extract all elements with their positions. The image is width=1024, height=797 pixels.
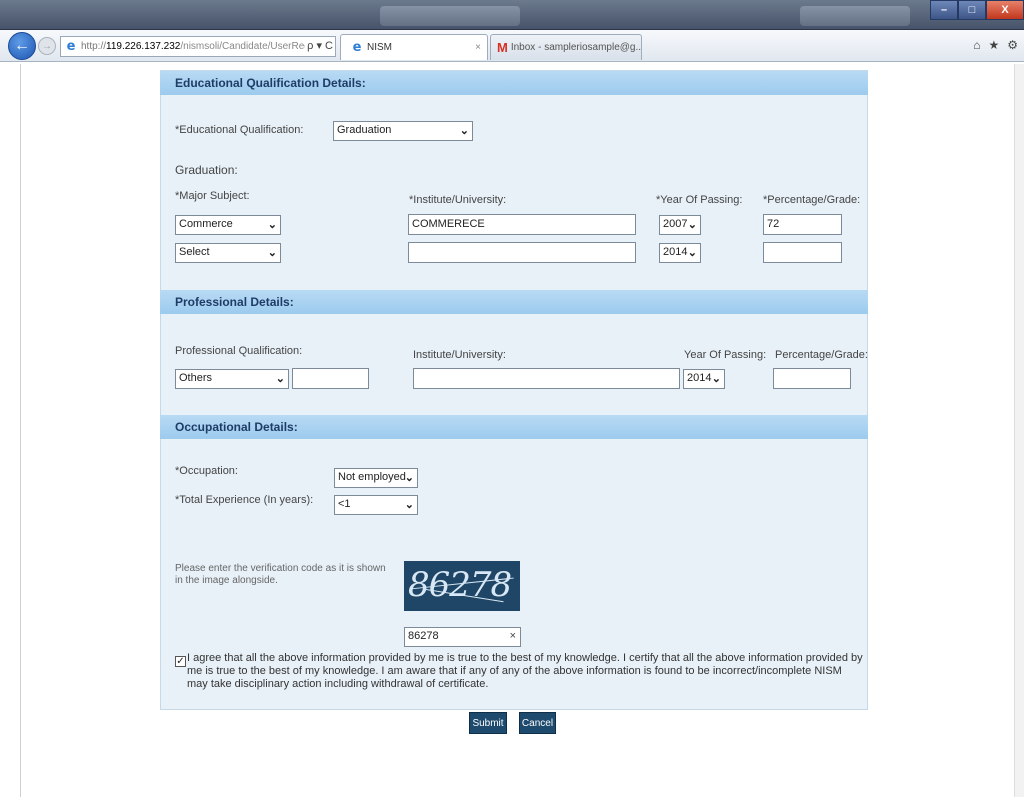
professional-institute-input[interactable] [413, 368, 680, 389]
agreement-checkbox[interactable]: ✓ [175, 656, 186, 667]
captcha-text: 86278 [408, 565, 512, 605]
occupation-label: *Occupation: [175, 465, 238, 477]
percentage-input-1[interactable]: 72 [763, 214, 842, 235]
tab-close-icon[interactable]: × [475, 42, 481, 53]
gmail-icon: M [497, 40, 508, 55]
section-header-education: Educational Qualification Details: [160, 71, 868, 95]
institute-column-label: *Institute/University: [409, 194, 507, 206]
total-experience-label: *Total Experience (In years): [175, 494, 314, 506]
back-arrow-icon: ← [14, 37, 30, 54]
forward-button[interactable]: → [38, 37, 56, 55]
submit-button[interactable]: Submit [469, 712, 507, 734]
forward-arrow-icon: → [42, 40, 52, 52]
professional-percentage-input[interactable] [773, 368, 851, 389]
back-button[interactable]: ← [8, 32, 36, 60]
select-value: <1 [338, 498, 351, 510]
select-value: Others [179, 372, 213, 384]
professional-qualification-select[interactable]: Others ⌄ [175, 369, 289, 389]
educational-qualification-label: *Educational Qualification: [175, 124, 304, 136]
vertical-scrollbar[interactable] [1014, 64, 1024, 797]
professional-year-column-label: Year Of Passing: [684, 349, 767, 361]
url-path: /nismsoli/Candidate/UserRegstr [180, 41, 321, 52]
select-value: Graduation [337, 124, 392, 136]
home-icon[interactable]: ⌂ [973, 38, 980, 52]
settings-gear-icon[interactable]: ⚙ [1007, 38, 1018, 52]
captcha-image: 86278 [404, 561, 520, 611]
chevron-down-icon: ⌄ [711, 373, 721, 385]
chevron-down-icon: ⌄ [687, 219, 697, 231]
captcha-input-value: 86278 [408, 630, 439, 642]
clear-input-icon[interactable]: × [510, 630, 516, 642]
tab-label: Inbox - sampleriosample@g... [510, 42, 642, 53]
major-subject-select-1[interactable]: Commerce ⌄ [175, 215, 281, 235]
institute-input-1[interactable]: COMMERECE [408, 214, 636, 235]
agreement-text: I agree that all the above information p… [187, 652, 863, 690]
select-value: 2014 [663, 246, 688, 258]
tab-label: NISM [367, 42, 392, 53]
year-of-passing-select-1[interactable]: 2007 ⌄ [659, 215, 701, 235]
year-of-passing-select-2[interactable]: 2014 ⌄ [659, 243, 701, 263]
url-host: 119.226.137.232 [106, 41, 181, 52]
ie-tab-icon: e [352, 39, 362, 55]
major-subject-column-label: *Major Subject: [175, 190, 250, 202]
cancel-button[interactable]: Cancel [519, 712, 556, 734]
section-header-occupational: Occupational Details: [160, 415, 868, 439]
chevron-down-icon: ⌄ [267, 247, 277, 259]
browser-navbar: ← → e http:// 119.226.137.232 /nismsoli/… [0, 30, 1024, 62]
page-left-edge [20, 64, 21, 797]
select-value: Select [179, 246, 210, 258]
chevron-down-icon: ⌄ [687, 247, 697, 259]
url-scheme: http:// [81, 41, 107, 52]
tab-nism[interactable]: e NISM × [340, 34, 488, 60]
chevron-down-icon: ⌄ [459, 125, 469, 137]
blurred-titlebar-region [380, 6, 520, 26]
close-window-button[interactable]: X [986, 0, 1024, 20]
registration-form-panel [160, 70, 868, 710]
verification-instruction: Please enter the verification code as it… [175, 563, 386, 586]
ie-page-icon: e [66, 38, 76, 54]
window-titlebar: – □ X [0, 0, 1024, 30]
tab-inbox[interactable]: M Inbox - sampleriosample@g... [490, 34, 642, 60]
address-bar[interactable]: e http:// 119.226.137.232 /nismsoli/Cand… [60, 36, 336, 57]
select-value: 2007 [663, 218, 688, 230]
chevron-down-icon: ⌄ [267, 219, 277, 231]
select-value: 2014 [687, 372, 712, 384]
educational-qualification-select[interactable]: Graduation ⌄ [333, 121, 473, 141]
captcha-input[interactable]: 86278 × [404, 627, 521, 647]
professional-qualification-column-label: Professional Qualification: [175, 345, 303, 357]
graduation-subheading: Graduation: [175, 163, 238, 177]
favorites-star-icon[interactable]: ★ [988, 38, 999, 52]
institute-input-2[interactable] [408, 242, 636, 263]
chevron-down-icon: ⌄ [275, 373, 285, 385]
percentage-column-label: *Percentage/Grade: [763, 194, 861, 206]
year-of-passing-column-label: *Year Of Passing: [656, 194, 743, 206]
maximize-button[interactable]: □ [958, 0, 986, 20]
other-qualification-input[interactable] [292, 368, 369, 389]
percentage-input-2[interactable] [763, 242, 842, 263]
major-subject-select-2[interactable]: Select ⌄ [175, 243, 281, 263]
address-search-refresh-icons[interactable]: ρ ▾ C [305, 39, 333, 52]
select-value: Commerce [179, 218, 233, 230]
browser-chrome: – □ X ← → e http:// 119.226.137.232 /nis… [0, 0, 1024, 64]
chevron-down-icon: ⌄ [404, 472, 414, 484]
professional-institute-column-label: Institute/University: [413, 349, 506, 361]
select-value: Not employed [338, 471, 406, 483]
chevron-down-icon: ⌄ [404, 499, 414, 511]
total-experience-select[interactable]: <1 ⌄ [334, 495, 418, 515]
browser-toolbar-icons: ⌂ ★ ⚙ [973, 38, 1018, 52]
occupation-select[interactable]: Not employed ⌄ [334, 468, 418, 488]
window-controls: – □ X [930, 0, 1024, 22]
professional-year-select[interactable]: 2014 ⌄ [683, 369, 725, 389]
minimize-button[interactable]: – [930, 0, 958, 20]
section-header-professional: Professional Details: [160, 290, 868, 314]
professional-percentage-column-label: Percentage/Grade: [775, 349, 868, 361]
blurred-titlebar-region [800, 6, 910, 26]
